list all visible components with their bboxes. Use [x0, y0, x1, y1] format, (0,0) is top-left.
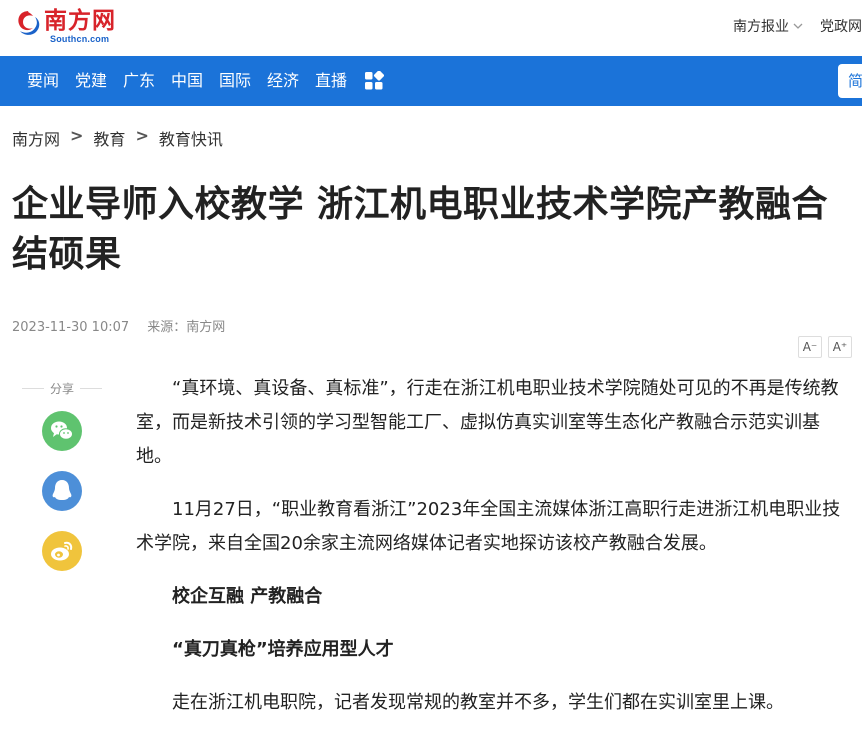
main-nav: 要闻 党建 广东 中国 国际 经济 直播 [0, 56, 862, 106]
top-header: 南方网 Southcn.com 南方报业 党政网 [0, 0, 862, 56]
qq-icon [42, 471, 82, 511]
article-paragraph: 走在浙江机电职院，记者发现常规的教室并不多，学生们都在实训室里上课。 [172, 692, 784, 713]
breadcrumb-separator: > [135, 126, 149, 145]
article-title: 企业导师入校教学 浙江机电职业技术学院产教融合结硕果 [12, 184, 829, 275]
logo-subtext: Southcn.com [50, 34, 110, 44]
article-subheading: “真刀真枪”培养应用型人才 [172, 639, 394, 660]
share-divider-right [80, 388, 102, 389]
weibo-icon [42, 531, 82, 571]
article-source: 来源：南方网 [147, 320, 226, 335]
top-links: 南方报业 党政网 [717, 16, 862, 36]
breadcrumb-education-news[interactable]: 教育快讯 [159, 126, 223, 150]
article-paragraph: 11月27日，“职业教育看浙江”2023年全国主流媒体浙江高职行走进浙江机电职业… [136, 499, 841, 554]
breadcrumb-home[interactable]: 南方网 [12, 126, 60, 150]
article-paragraph: “真环境、真设备、真标准”，行走在浙江机电职业技术学院随处可见的不再是传统教室，… [136, 378, 839, 467]
share-weibo-button[interactable] [42, 531, 82, 571]
nav-item-international[interactable]: 国际 [219, 56, 251, 106]
nav-item-economy[interactable]: 经济 [267, 56, 299, 106]
nav-item-guangdong[interactable]: 广东 [123, 56, 155, 106]
site-logo[interactable]: 南方网 Southcn.com [14, 6, 116, 48]
more-grid-icon[interactable] [364, 71, 384, 91]
article-meta: 2023-11-30 10:07 来源：南方网 [12, 316, 239, 335]
nav-item-party[interactable]: 党建 [75, 56, 107, 106]
share-qq-button[interactable] [42, 471, 82, 511]
font-decrease-button[interactable]: A⁻ [798, 336, 822, 358]
share-wechat-button[interactable] [42, 411, 82, 451]
article-body: “真环境、真设备、真标准”，行走在浙江机电职业技术学院随处可见的不再是传统教室，… [136, 372, 842, 733]
logo-text: 南方网 [44, 7, 116, 34]
chevron-down-icon [793, 23, 803, 29]
article-subheading: 校企互融 产教融合 [172, 586, 323, 607]
breadcrumb-separator: > [70, 126, 84, 145]
breadcrumb: 南方网 > 教育 > 教育快讯 [12, 126, 223, 150]
nav-item-live[interactable]: 直播 [315, 56, 347, 106]
breadcrumb-education[interactable]: 教育 [93, 126, 125, 150]
nav-item-news[interactable]: 要闻 [27, 56, 59, 106]
top-link-label: 南方报业 [733, 19, 789, 35]
wechat-icon [42, 411, 82, 451]
font-increase-button[interactable]: A⁺ [828, 336, 852, 358]
top-link-nanfang-baoye[interactable]: 南方报业 [733, 16, 804, 36]
logo-swirl-icon [18, 11, 40, 35]
top-link-label: 党政网 [820, 19, 862, 35]
nav-item-china[interactable]: 中国 [171, 56, 203, 106]
article-date: 2023-11-30 10:07 [12, 320, 130, 335]
simplified-toggle-button[interactable]: 简 [838, 64, 862, 98]
top-link-dangzheng[interactable]: 党政网 [820, 16, 862, 36]
